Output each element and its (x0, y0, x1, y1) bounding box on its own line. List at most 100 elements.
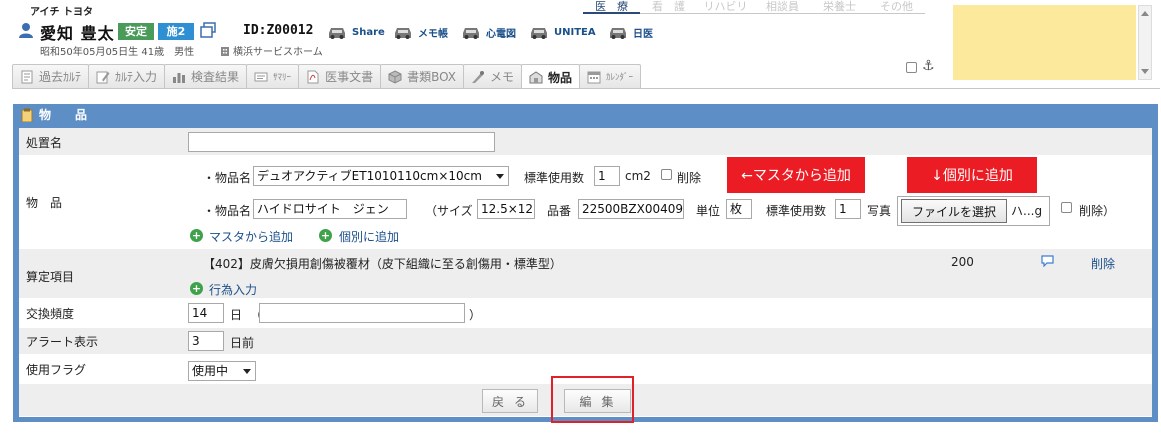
alert-row: アラート表示 3 日前 (19, 328, 1152, 355)
birth-info: 昭和50年05月05日生 41歳 男性 (40, 47, 195, 58)
add-from-master-link[interactable]: マスタから追加 (209, 228, 293, 245)
calc-label: 算定項目 (26, 270, 75, 284)
choose-file-button[interactable]: ファイルを選択 (901, 199, 1007, 223)
category-tab-nutritionist[interactable]: 栄養士 (811, 0, 868, 14)
share-link[interactable]: Share (327, 23, 385, 41)
calc-delete-link[interactable]: 削除 (1091, 255, 1115, 272)
scroll-up-icon[interactable] (1141, 11, 1149, 16)
memo-scrollbar[interactable] (1138, 5, 1152, 80)
chevron-down-icon (496, 174, 504, 179)
category-tab-rehab[interactable]: リハビリ (697, 0, 754, 14)
status-badge: 安定 (118, 23, 154, 40)
box-icon (388, 69, 402, 84)
alert-input[interactable]: 3 (188, 331, 224, 351)
treatment-input[interactable] (188, 132, 495, 152)
tab-label: ｶﾚﾝﾀﾞｰ (606, 73, 634, 83)
unitea-link-label: UNITEA (554, 26, 596, 38)
calc-item-text: 【402】皮膚欠損用創傷被覆材（皮下組織に至る創傷用・標準型） (203, 257, 562, 271)
unitea-link[interactable]: UNITEA (529, 23, 596, 41)
item2-photo-label: 写真 (867, 204, 892, 218)
tab-label: 物品 (548, 70, 573, 85)
add-action-plus-icon[interactable]: + (190, 282, 203, 295)
add-individual-plus-icon[interactable]: + (319, 229, 332, 242)
back-button[interactable]: 戻る (482, 389, 538, 413)
item2-delete-checkbox[interactable] (1061, 202, 1072, 213)
tab-label: ｻﾏﾘｰ (273, 73, 292, 83)
callout-individual: ↓個別に追加 (907, 157, 1037, 193)
add-action-link[interactable]: 行為入力 (209, 281, 257, 298)
building-icon (221, 46, 229, 56)
tab-past-chart[interactable]: 過去ｶﾙﾃ (12, 64, 90, 88)
flag-label: 使用フラグ (26, 363, 87, 377)
tab-summary[interactable]: ｻﾏﾘｰ (246, 64, 300, 88)
pencil-icon (96, 71, 110, 83)
memo-pad-link[interactable]: メモ帳 (393, 23, 448, 41)
car-icon (531, 27, 547, 39)
car-icon (395, 27, 411, 39)
alert-label: アラート表示 (26, 335, 99, 349)
freq-note-input[interactable] (259, 303, 465, 323)
item2-size-label: （サイズ (425, 204, 473, 218)
item1-delete-checkbox[interactable] (661, 169, 672, 180)
patient-kana: アイチ トヨタ (30, 7, 93, 18)
item2-delete-label: 削除） (1079, 204, 1116, 218)
item2-code-input[interactable]: 22500BZX00409( (578, 199, 684, 219)
calc-points: 200 (951, 255, 974, 269)
tab-label: 検査結果 (191, 70, 240, 84)
item2-name-input[interactable]: ハイドロサイト ジェン (253, 199, 407, 219)
tab-test-results[interactable]: 検査結果 (164, 64, 248, 88)
category-tab-other[interactable]: その他 (868, 0, 925, 14)
pin-checkbox[interactable] (906, 62, 917, 73)
category-tabs: 医 療 看 護 リハビリ 相談員 栄養士 その他 (583, 0, 925, 14)
tab-chart-input[interactable]: ｶﾙﾃ入力 (88, 64, 166, 88)
car-icon (610, 27, 626, 39)
scroll-down-icon[interactable] (1141, 69, 1149, 74)
bar-chart-icon (173, 72, 186, 83)
tab-label: ｶﾙﾃ入力 (115, 70, 158, 84)
summary-icon (254, 72, 268, 81)
add-master-plus-icon[interactable]: + (190, 229, 203, 242)
category-tab-counselor[interactable]: 相談員 (754, 0, 811, 14)
item2-unit-input[interactable]: 枚 (726, 199, 752, 219)
tab-goods[interactable]: 物品 (521, 64, 581, 89)
main-tabs: 過去ｶﾙﾃ ｶﾙﾃ入力 検査結果 ｻﾏﾘｰ 医事文書 書類BOX メモ 物品 ｶ… (12, 64, 642, 89)
tab-memo[interactable]: メモ (463, 64, 523, 88)
patient-id: ID:Z00012 (243, 23, 314, 38)
tab-doc-box[interactable]: 書類BOX (380, 64, 464, 88)
goods-row: 物 品 ・物品名 デュオアクティブET1010110cm×10cm 標準使用数 … (19, 157, 1152, 248)
frequency-row: 交換頻度 14 日 （ ） (19, 300, 1152, 327)
panel-body: 処置名 物 品 ・物品名 デュオアクティブET1010110cm×10cm 標準… (19, 128, 1152, 423)
item1-goods-select[interactable]: デュオアクティブET1010110cm×10cm (253, 166, 509, 186)
car-icon (329, 27, 345, 39)
document-icon (307, 70, 319, 83)
add-individual-link[interactable]: 個別に追加 (339, 228, 399, 245)
goods-label: 物 品 (26, 196, 63, 210)
flag-select[interactable]: 使用中 (188, 361, 256, 381)
freq-input[interactable]: 14 (188, 303, 224, 323)
copy-window-icon[interactable] (200, 22, 216, 38)
item2-std-input[interactable]: 1 (835, 199, 861, 219)
chevron-down-icon (243, 369, 251, 374)
freq-paren-close: ） (469, 308, 482, 322)
category-tab-medical[interactable]: 医 療 (583, 0, 640, 14)
freq-label: 交換頻度 (26, 307, 75, 321)
goods-icon (529, 71, 543, 84)
facility-info: 横浜サービスホーム (220, 43, 323, 58)
treatment-label: 処置名 (26, 136, 63, 150)
ecg-link-label: 心電図 (486, 28, 516, 40)
comment-icon[interactable] (1041, 255, 1054, 267)
anchor-icon[interactable]: ⚓ (922, 58, 935, 74)
sticky-memo[interactable] (953, 5, 1136, 80)
tab-medical-docs[interactable]: 医事文書 (298, 64, 382, 88)
freq-unit: 日 (230, 308, 243, 322)
chosen-file-name: ハ...g (1011, 204, 1043, 218)
item2-size-input[interactable]: 12.5×12. (477, 199, 535, 219)
nichii-link[interactable]: 日医 (608, 23, 653, 41)
item1-std-input[interactable]: 1 (594, 166, 620, 186)
ecg-link[interactable]: 心電図 (461, 23, 516, 41)
item2-prefix: ・物品名 (203, 204, 252, 218)
button-row: 戻る 編集 (19, 376, 1152, 423)
category-tab-nursing[interactable]: 看 護 (640, 0, 697, 14)
item2-code-label: 品番 (547, 204, 572, 218)
tab-calendar[interactable]: ｶﾚﾝﾀﾞｰ (579, 64, 642, 88)
